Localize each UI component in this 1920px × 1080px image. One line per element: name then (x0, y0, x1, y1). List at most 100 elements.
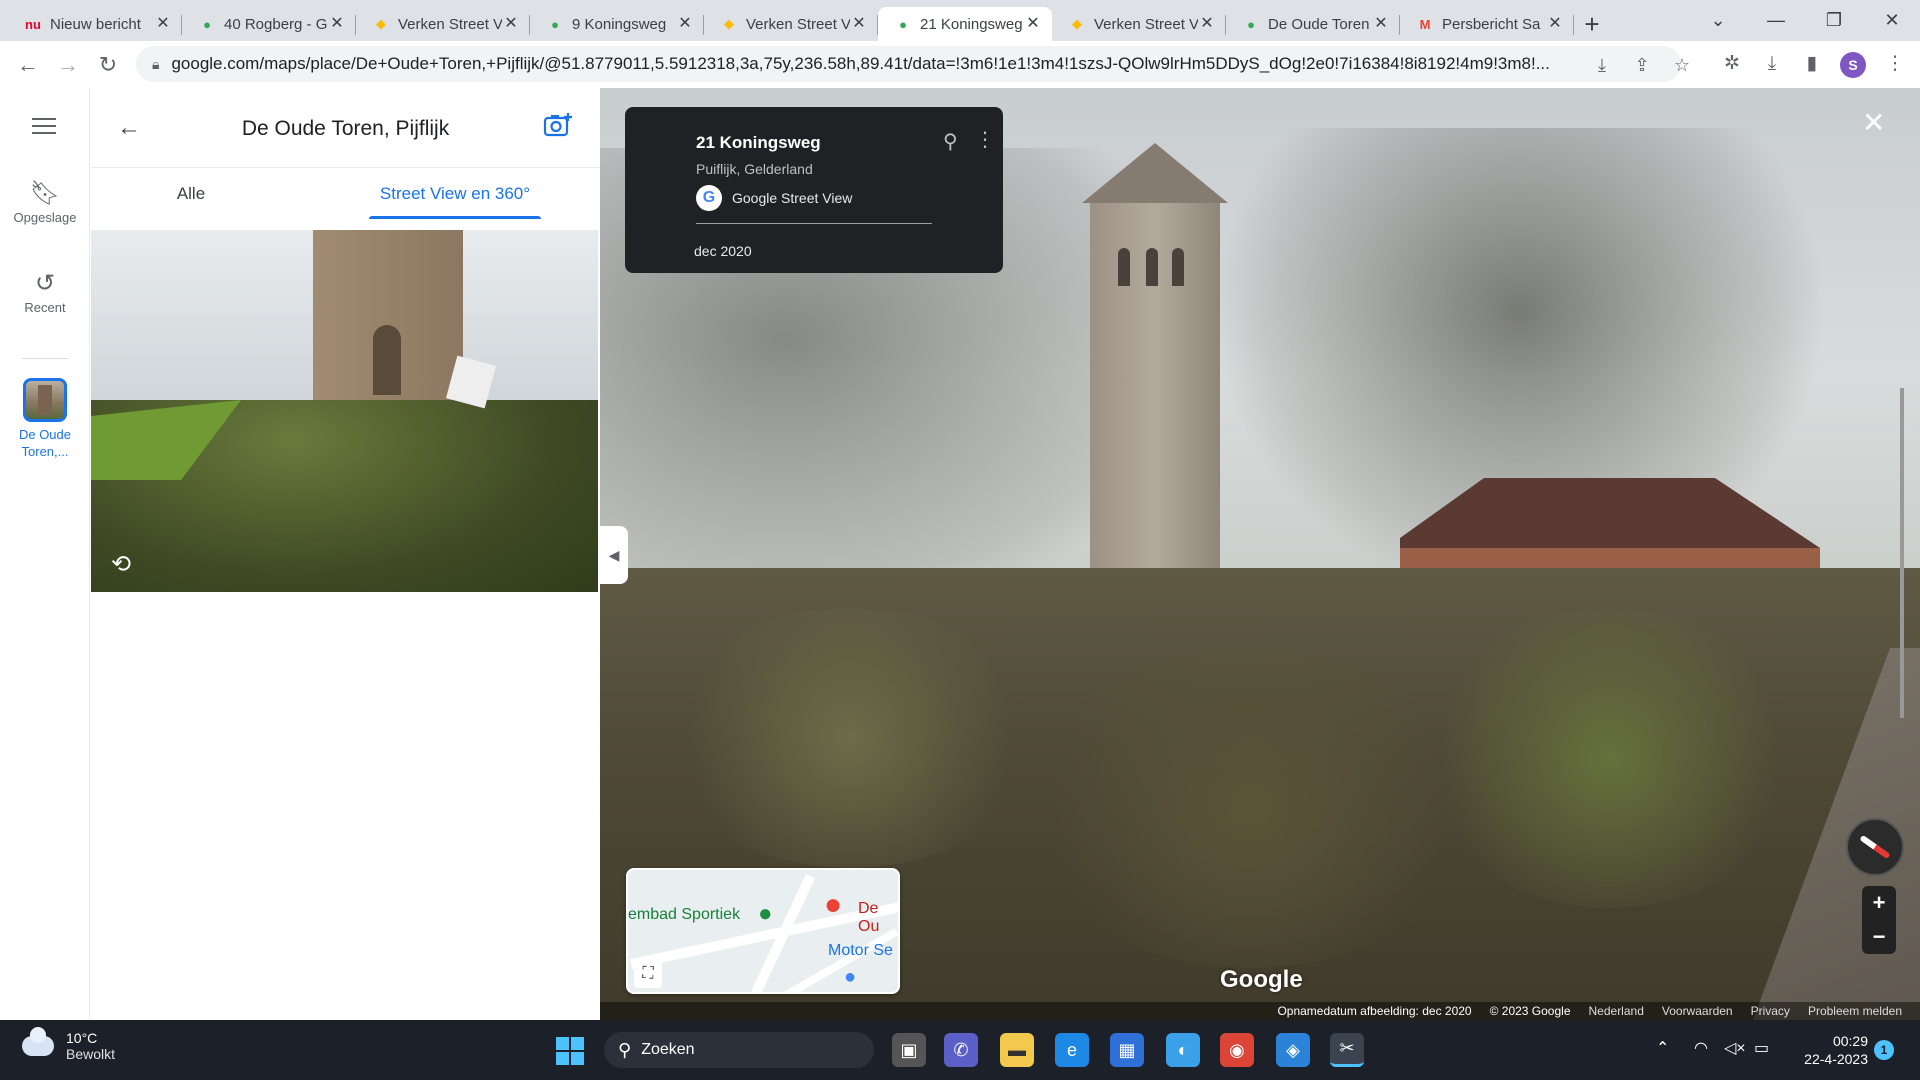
url-text[interactable]: google.com/maps/place/De+Oude+Toren,+Pij… (171, 54, 1581, 74)
install-app-icon[interactable]: ⤓ (1590, 53, 1614, 77)
footer-country[interactable]: Nederland (1589, 1004, 1644, 1018)
maps-pin-icon: ● (899, 16, 907, 32)
tab-close-icon[interactable]: ✕ (1546, 15, 1564, 33)
browser-tab[interactable]: ◆ Verken Street V ✕ (704, 7, 878, 41)
minimize-icon[interactable]: — (1748, 0, 1804, 41)
weather-temperature: 10°C (66, 1030, 98, 1046)
profile-avatar[interactable]: S (1840, 52, 1866, 78)
footer-copyright: © 2023 Google (1489, 1004, 1571, 1018)
sv-locality: Puiflijk, Gelderland (696, 161, 813, 177)
tab-close-icon[interactable]: ✕ (1372, 15, 1390, 33)
sv-tower-window (1146, 248, 1158, 286)
more-options-icon[interactable]: ⋮ (975, 127, 995, 152)
expand-map-icon[interactable]: ⛶ (634, 960, 662, 988)
street-view-footer: Opnamedatum afbeelding: dec 2020 © 2023 … (600, 1002, 1920, 1020)
share-icon[interactable]: ⇪ (1630, 53, 1654, 77)
windows-start-icon[interactable] (556, 1037, 584, 1065)
rail-saved[interactable]: 🔖︎ Opgeslage (0, 178, 90, 225)
restore-icon[interactable]: ❐ (1806, 0, 1862, 41)
sv-source[interactable]: G Google Street View (696, 185, 852, 211)
bookmark-star-icon[interactable]: ☆ (1670, 53, 1694, 77)
taskbar-search[interactable]: ⚲ Zoeken (604, 1032, 874, 1068)
browser-tab[interactable]: ● De Oude Toren ✕ (1226, 7, 1400, 41)
wifi-icon[interactable]: ◠ (1694, 1038, 1708, 1058)
browser-tab[interactable]: ● 21 Koningsweg ✕ (878, 7, 1052, 41)
panorama-360-icon: ⟲ (111, 551, 132, 578)
panel-tabs: Alle Street View en 360° (91, 169, 600, 219)
browser-tab[interactable]: ◆ Verken Street V ✕ (1052, 7, 1226, 41)
tray-chevron-icon[interactable]: ⌃ (1656, 1038, 1669, 1058)
tab-search-icon[interactable]: ⌄ (1690, 0, 1746, 41)
side-panel: ← De Oude Toren, Pijflijk Alle Street Vi… (91, 88, 600, 1020)
tab-close-icon[interactable]: ✕ (1024, 15, 1042, 33)
hamburger-menu-icon[interactable] (32, 118, 56, 134)
zoom-out-button[interactable]: − (1862, 920, 1896, 954)
sv-streetlamp (1900, 388, 1904, 718)
browser-tab[interactable]: M Persbericht Sa ✕ (1400, 7, 1574, 41)
street-view-thumbnail[interactable]: ⟲ (91, 230, 598, 592)
maps-icon: ◆ (724, 16, 734, 31)
footer-capture-date: Opnamedatum afbeelding: dec 2020 (1277, 1004, 1472, 1018)
side-panel-icon[interactable]: ▮ (1797, 49, 1827, 79)
footer-terms-link[interactable]: Voorwaarden (1662, 1004, 1733, 1018)
maps-pin-icon: ● (551, 16, 559, 32)
tab-title: 21 Koningsweg (920, 15, 1023, 33)
forward-arrow-icon[interactable]: → (48, 45, 88, 85)
tab-street-view-360[interactable]: Street View en 360° (351, 169, 559, 219)
tab-close-icon[interactable]: ✕ (676, 15, 694, 33)
browser-tab[interactable]: ● 9 Koningsweg ✕ (530, 7, 704, 41)
card-divider (696, 223, 932, 224)
file-explorer-icon[interactable]: ▬ (1000, 1033, 1034, 1067)
tab-title: Verken Street V (746, 15, 850, 33)
window-close-icon[interactable]: ✕ (1864, 0, 1920, 41)
edge-browser-icon[interactable]: e (1055, 1033, 1089, 1067)
network-app-icon[interactable]: ◈ (1276, 1033, 1310, 1067)
add-photo-icon[interactable] (543, 112, 573, 138)
tab-all[interactable]: Alle (91, 169, 291, 219)
new-tab-button[interactable]: + (1574, 7, 1610, 41)
app-icon[interactable]: ◐ (1166, 1033, 1200, 1067)
street-view-viewer[interactable]: 21 Koningsweg Puiflijk, Gelderland G Goo… (600, 88, 1920, 1020)
location-pin-icon[interactable]: ⚲ (943, 129, 958, 154)
rail-recent-place[interactable]: De Oude Toren,... (19, 378, 71, 460)
maps-icon: ◆ (1072, 16, 1082, 31)
teams-chat-icon[interactable]: ✆ (944, 1033, 978, 1067)
task-view-icon[interactable]: ▣ (892, 1033, 926, 1067)
address-bar[interactable]: 🔒︎ google.com/maps/place/De+Oude+Toren,+… (136, 46, 1681, 82)
browser-menu-icon[interactable]: ⋮ (1880, 49, 1910, 79)
compass-icon[interactable] (1846, 818, 1904, 876)
sv-capture-date[interactable]: dec 2020 (694, 243, 752, 259)
microsoft-store-icon[interactable]: ▦ (1110, 1033, 1144, 1067)
battery-icon[interactable]: ▭ (1754, 1038, 1769, 1058)
windows-taskbar: 10°C Bewolkt ⚲ Zoeken ▣ ✆ ▬ e ▦ ◐ ◉ ◈ ✂ … (0, 1020, 1920, 1080)
browser-tab[interactable]: ● 40 Rogberg - G ✕ (182, 7, 356, 41)
notification-badge[interactable]: 1 (1874, 1040, 1894, 1060)
volume-muted-icon[interactable]: ◁× (1724, 1038, 1746, 1058)
tab-title: 9 Koningsweg (572, 15, 667, 33)
taskbar-clock[interactable]: 00:29 22-4-2023 (1770, 1032, 1868, 1068)
back-arrow-icon[interactable]: ← (8, 45, 48, 85)
footer-report-problem-link[interactable]: Probleem melden (1808, 1004, 1902, 1018)
tab-close-icon[interactable]: ✕ (328, 15, 346, 33)
lock-icon[interactable]: 🔒︎ (152, 56, 159, 73)
weather-widget[interactable]: 10°C Bewolkt (22, 1027, 115, 1062)
place-thumbnail (23, 378, 67, 422)
tab-close-icon[interactable]: ✕ (502, 15, 520, 33)
green-poi-pin-icon: ● (758, 900, 773, 927)
tab-close-icon[interactable]: ✕ (1198, 15, 1216, 33)
close-street-view-icon[interactable]: ✕ (1862, 106, 1885, 139)
collapse-panel-button[interactable]: ◀ (600, 526, 628, 584)
rail-recent[interactable]: ↺ Recent (0, 268, 90, 315)
tab-close-icon[interactable]: ✕ (154, 15, 172, 33)
reload-icon[interactable]: ↻ (88, 45, 128, 85)
browser-tab[interactable]: nu Nieuw bericht ✕ (8, 7, 182, 41)
chrome-icon[interactable]: ◉ (1220, 1033, 1254, 1067)
browser-tab[interactable]: ◆ Verken Street V ✕ (356, 7, 530, 41)
downloads-icon[interactable]: ⤓ (1757, 49, 1787, 79)
tab-close-icon[interactable]: ✕ (850, 15, 868, 33)
minimap[interactable]: embad Sportiek ● ● De Ou Motor Se ● ⛶ (626, 868, 900, 994)
zoom-in-button[interactable]: + (1862, 886, 1896, 920)
extensions-puzzle-icon[interactable]: ✲ (1717, 49, 1747, 79)
snipping-tool-icon[interactable]: ✂ (1330, 1033, 1364, 1067)
footer-privacy-link[interactable]: Privacy (1751, 1004, 1790, 1018)
